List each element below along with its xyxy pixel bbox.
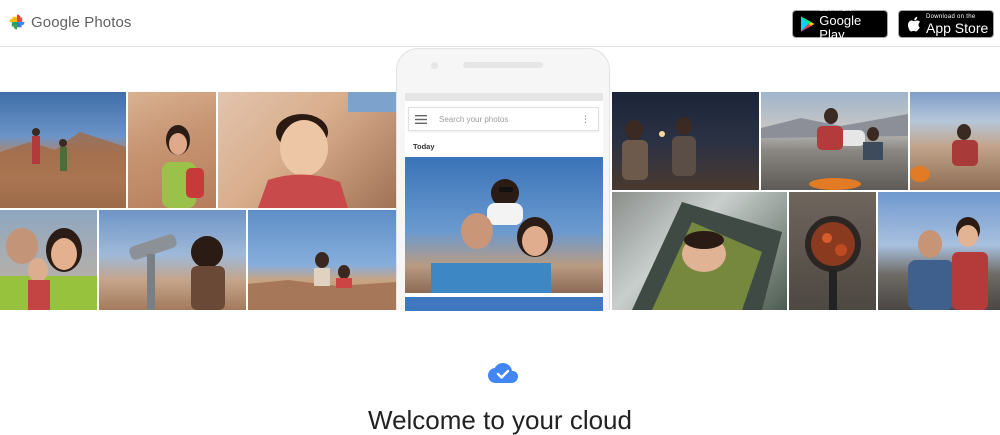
photo-content (805, 216, 861, 310)
photo-campfire-skillet[interactable] (789, 192, 876, 310)
app-name: Google Photos (31, 13, 132, 31)
photo-desert-camp[interactable] (910, 92, 1000, 190)
photo-content (632, 202, 782, 310)
photo-boy-selfie[interactable] (218, 92, 396, 208)
search-bar[interactable]: Search your photos ⋮ (408, 107, 599, 131)
section-label-today: Today (413, 142, 435, 151)
top-bar: Google Photos GET IT ON Google Play Down… (0, 0, 1000, 47)
welcome-heading: Welcome to your cloud (368, 405, 632, 435)
photo-content (0, 228, 97, 310)
status-bar (405, 93, 603, 101)
photo-desert-hike[interactable] (0, 92, 126, 208)
photo-father-son-jeep[interactable] (878, 192, 1000, 310)
google-photos-logo[interactable]: Google Photos (8, 13, 132, 31)
menu-icon[interactable] (415, 114, 427, 124)
phone-speaker (463, 62, 543, 68)
photo-content (761, 108, 908, 190)
more-vert-icon[interactable]: ⋮ (581, 114, 590, 125)
app-store-big-text: App Store (926, 19, 989, 36)
photo-content (431, 179, 553, 293)
google-play-icon (800, 16, 815, 32)
phone-mockup: Search your photos ⋮ Today (396, 48, 610, 311)
photo-tent-boy[interactable] (612, 192, 787, 310)
google-photos-logo-icon (9, 14, 25, 30)
phone-camera (431, 62, 438, 69)
photo-family-selfie[interactable] (0, 210, 97, 310)
photo-content (622, 117, 696, 180)
photo-content (162, 125, 204, 208)
photo-content (258, 92, 396, 208)
photo-night-marshmallows[interactable] (612, 92, 759, 190)
google-play-big-text: Google Play (819, 12, 862, 42)
apple-icon (908, 16, 920, 31)
photo-content (0, 128, 126, 208)
photo-campsite-dinner[interactable] (761, 92, 908, 190)
phone-photo-next[interactable] (405, 297, 603, 311)
google-play-badge[interactable]: GET IT ON Google Play (792, 7, 888, 41)
photo-content (910, 124, 978, 182)
phone-screen: Search your photos ⋮ Today (405, 93, 603, 311)
phone-photo-family[interactable] (405, 157, 603, 293)
photo-woman-rocks[interactable] (128, 92, 216, 208)
photo-content (248, 252, 396, 310)
search-placeholder: Search your photos (439, 114, 509, 124)
photo-kids-rocks[interactable] (248, 210, 396, 310)
photo-content (908, 217, 988, 310)
photo-content (129, 234, 225, 310)
cloud-done-icon (488, 363, 518, 383)
app-store-badge[interactable]: Download on the App Store (898, 10, 994, 38)
photo-binoculars[interactable] (99, 210, 246, 310)
